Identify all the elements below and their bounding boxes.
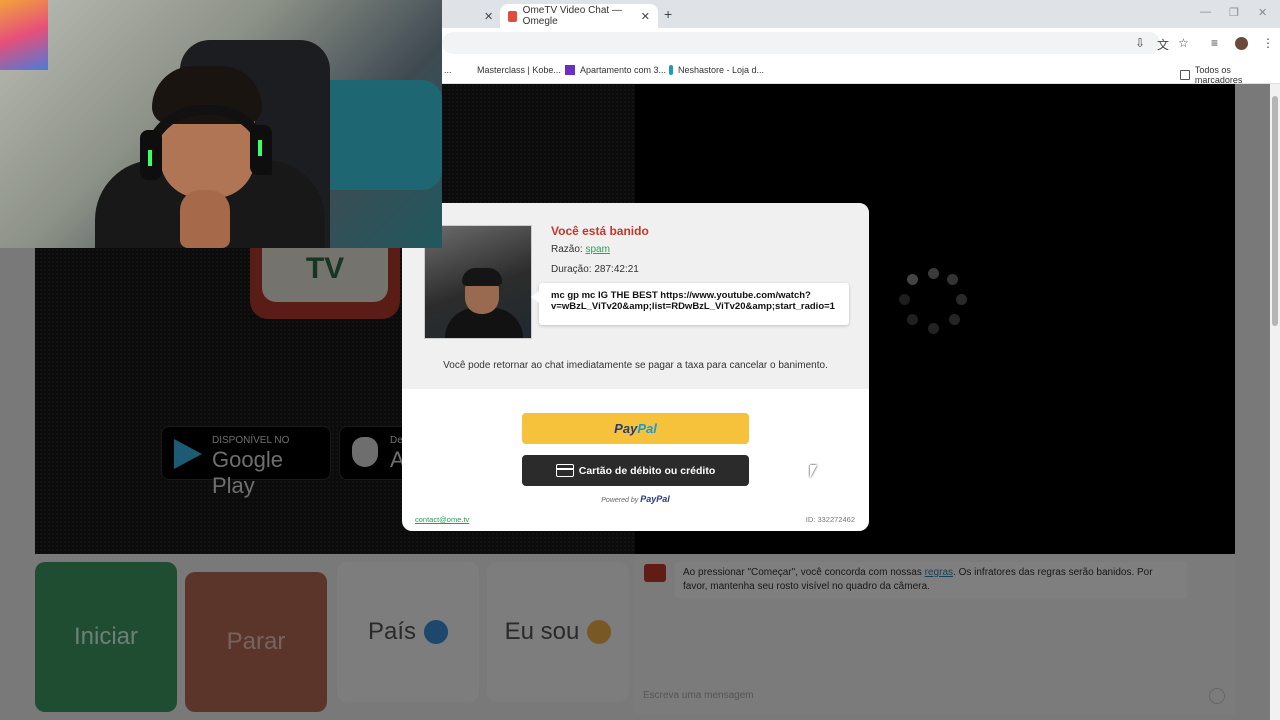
offending-message: mc gp mc IG THE BEST https://www.youtube… [531,283,849,325]
all-bookmarks[interactable]: Todos os marcadores [1180,65,1280,85]
ban-reason: Razão: spam [551,244,610,255]
headset-light-left [148,150,152,166]
bookmark-item[interactable]: ... [444,65,452,75]
screen: ✕ OmeTV Video Chat — Omegle ✕ + — ❐ ✕ ⇩ … [0,0,1280,720]
bookmark-star-icon[interactable]: ☆ [1178,36,1189,50]
headset-light-right [258,140,262,156]
bookmark-label: Masterclass | Kobe... [477,65,561,75]
reason-link[interactable]: spam [585,244,609,255]
bookmark-label: ... [444,65,452,75]
paypal-button[interactable]: PayPal [522,413,749,444]
card-button-label: Cartão de débito ou crédito [578,464,716,477]
tab-previous[interactable]: ✕ [442,4,498,28]
bookmark-label: Apartamento com 3... [580,65,667,75]
profile-avatar[interactable] [1235,37,1248,50]
bookmark-neshastore[interactable]: Neshastore - Loja d... [669,65,764,75]
ometv-favicon-icon [508,10,517,22]
close-icon[interactable]: ✕ [484,10,493,23]
install-app-icon[interactable]: ⇩ [1135,36,1145,50]
bookmark-label: Neshastore - Loja d... [678,65,765,75]
tab-ometv[interactable]: OmeTV Video Chat — Omegle ✕ [500,4,658,28]
translate-icon[interactable]: 文 [1157,36,1169,53]
close-icon[interactable]: ✕ [641,10,650,23]
window-close-icon[interactable]: ✕ [1258,6,1267,19]
snapshot-person-hair [462,268,502,286]
ban-info-text: Você pode retornar ao chat imediatamente… [443,360,828,371]
powered-brand: PayPal [640,494,670,504]
contact-email-link[interactable]: contact@ome.tv [415,515,469,524]
z-logo-icon [565,65,575,75]
person-hand [180,190,230,248]
ban-duration: Duração: 287:42:21 [551,264,639,275]
powered-by-label: Powered by [601,497,641,504]
reason-label: Razão: [551,244,586,255]
ban-dialog: Você está banido Razão: spam Duração: 28… [402,203,869,531]
ban-id: ID: 332272462 [805,515,855,524]
bookmark-masterclass[interactable]: Masterclass | Kobe... [477,65,561,75]
webcam-overlay [0,0,442,248]
restore-icon[interactable]: ❐ [1229,6,1239,19]
new-tab-button[interactable]: + [664,6,672,22]
bookmark-apartamento[interactable]: Apartamento com 3... [565,65,666,75]
tab-label: OmeTV Video Chat — Omegle [522,5,622,27]
menu-kebab-icon[interactable]: ⋮ [1262,36,1274,50]
all-bookmarks-label: Todos os marcadores [1194,65,1243,85]
mouse-cursor-icon [810,465,817,478]
scrollbar-thumb[interactable] [1272,96,1278,326]
page-scrollbar[interactable] [1270,84,1280,720]
paypal-text-b: Pal [637,421,657,436]
card-payment-button[interactable]: Cartão de débito ou crédito [522,455,749,486]
ban-title: Você está banido [551,224,649,238]
media-control-icon[interactable]: ≡ [1211,36,1218,50]
folder-icon [1180,70,1190,80]
neshastore-icon [669,65,673,75]
wall-poster [0,0,48,70]
minimize-icon[interactable]: — [1200,6,1211,18]
powered-by-paypal: Powered by PayPal [402,494,869,504]
paypal-text-a: Pay [614,421,638,436]
address-bar[interactable] [442,32,1160,54]
credit-card-icon [555,464,574,477]
